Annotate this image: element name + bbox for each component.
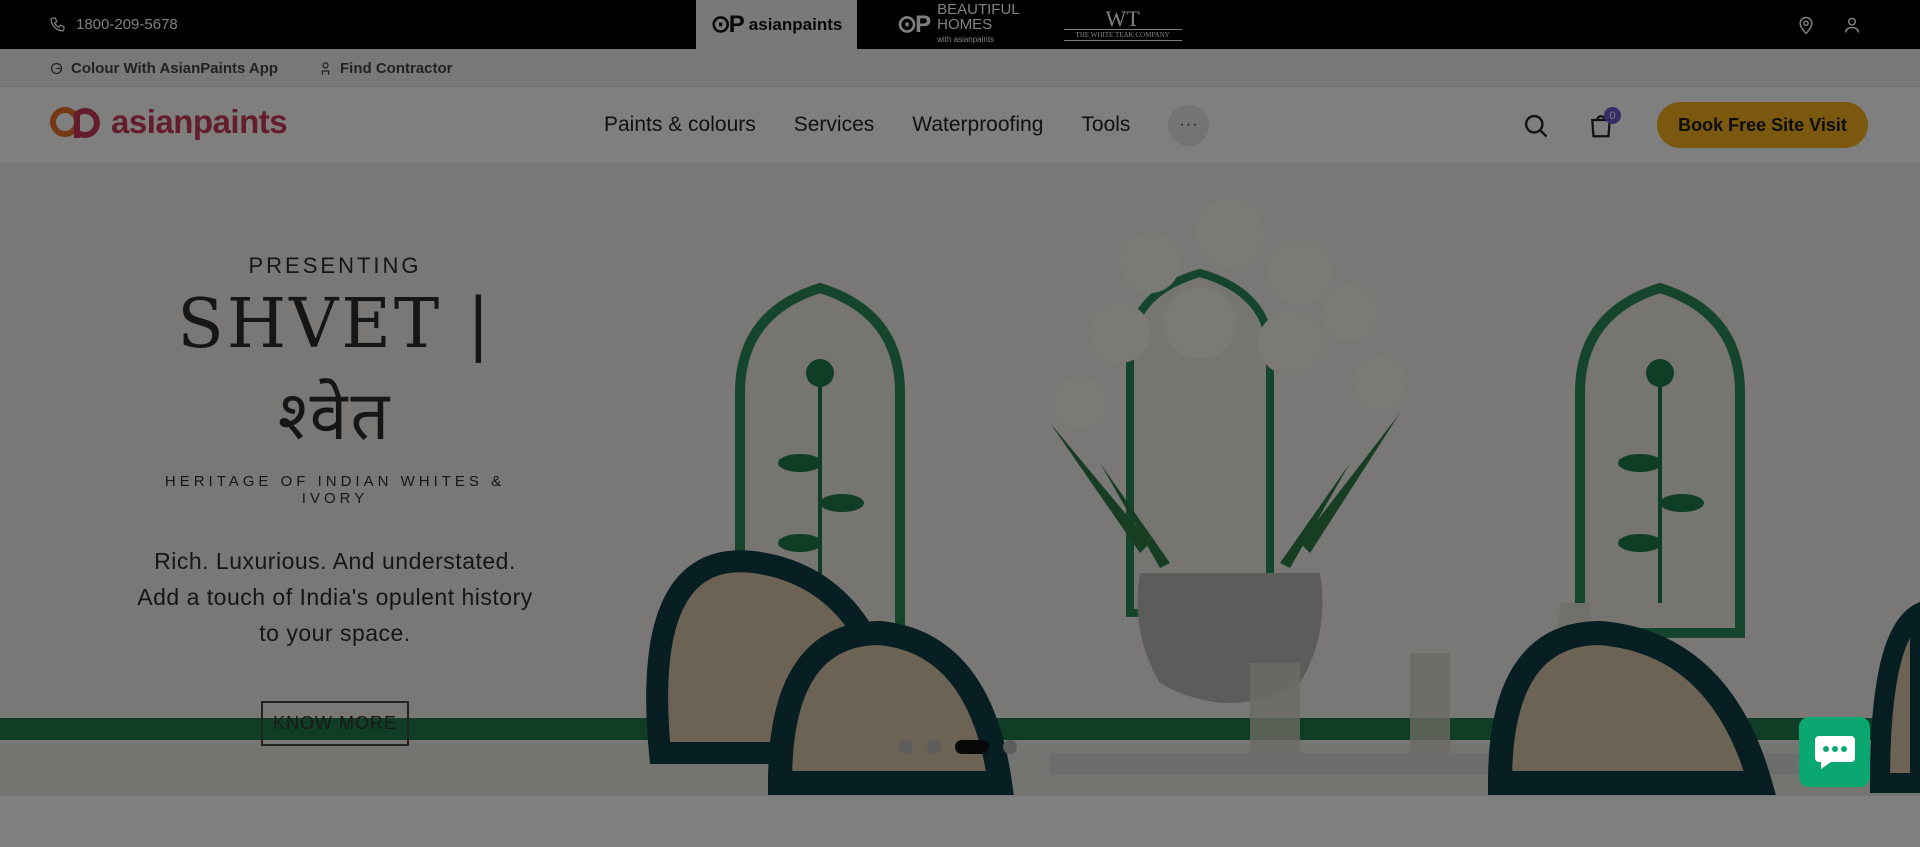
nav-links: Paints & colours Services Waterproofing … — [604, 87, 1210, 163]
top-bar: 1800-209-5678 ⊙P asianpaints ⊙P BEAUTIFU… — [0, 0, 1920, 49]
carousel-dots — [899, 740, 1017, 754]
beautiful-homes-mark-icon: ⊙P — [897, 11, 931, 38]
book-site-visit-button[interactable]: Book Free Site Visit — [1657, 102, 1868, 148]
know-more-button[interactable]: KNOW MORE — [261, 701, 409, 746]
colour-app-link[interactable]: Colour With AsianPaints App — [49, 49, 278, 87]
hero-subtitle: HERITAGE OF INDIAN WHITES & IVORY — [164, 473, 506, 507]
asianpaints-logo[interactable]: asianpaints — [49, 102, 288, 142]
phone-icon — [50, 17, 65, 32]
beautiful-homes-line2: HOMES — [937, 16, 993, 33]
more-menu-button[interactable]: ··· — [1168, 104, 1210, 146]
colour-app-label: Colour With AsianPaints App — [71, 59, 279, 77]
cart-count-badge: 0 — [1604, 107, 1621, 124]
brand-tab-beautiful-homes[interactable]: ⊙P BEAUTIFUL HOMES with asianpaints — [897, 2, 1020, 47]
brand-tab-asianpaints[interactable]: ⊙P asianpaints — [696, 0, 857, 49]
top-right-icons — [1796, 0, 1862, 49]
main-nav: asianpaints Paints & colours Services Wa… — [0, 87, 1920, 163]
phone-link[interactable]: 1800-209-5678 — [49, 0, 178, 49]
carousel-dot[interactable] — [927, 740, 941, 754]
hero-description-line1: Rich. Luxurious. And understated. — [154, 548, 516, 574]
secondary-bar: Colour With AsianPaints App Find Contrac… — [0, 49, 1920, 87]
hero-presenting: PRESENTING — [248, 253, 422, 278]
hero-description: Rich. Luxurious. And understated. Add a … — [130, 543, 540, 651]
carousel-dot[interactable] — [899, 740, 913, 754]
white-teak-name: THE WHITE TEAK COMPANY — [1063, 28, 1182, 41]
white-teak-mark: WT — [1105, 5, 1140, 31]
nav-tools[interactable]: Tools — [1081, 113, 1130, 137]
location-pin-icon[interactable] — [1796, 15, 1816, 35]
nav-services[interactable]: Services — [794, 113, 875, 137]
hero-description-line2: Add a touch of India's opulent history — [137, 584, 533, 610]
contractor-icon — [321, 61, 330, 75]
chat-button[interactable] — [1799, 717, 1870, 787]
find-contractor-link[interactable]: Find Contractor — [318, 49, 453, 87]
hero-copy: PRESENTING SHVET | श्वेत HERITAGE OF IND… — [130, 253, 540, 746]
brand-tab-white-teak[interactable]: WT THE WHITE TEAK COMPANY — [1063, 5, 1182, 41]
logo-mark-icon — [50, 107, 100, 138]
beautiful-homes-sub: with asianpaints — [937, 35, 995, 44]
hero-title: SHVET | श्वेत — [177, 285, 493, 456]
carousel-dot[interactable] — [955, 740, 989, 754]
nav-waterproofing[interactable]: Waterproofing — [912, 113, 1043, 137]
carousel-dot[interactable] — [1003, 740, 1017, 754]
find-contractor-label: Find Contractor — [340, 59, 453, 77]
chat-icon — [1814, 736, 1855, 769]
asianpaints-mark-icon: ⊙P — [710, 11, 745, 38]
app-icon — [50, 62, 63, 74]
phone-number: 1800-209-5678 — [76, 16, 178, 33]
hero-banner: PRESENTING SHVET | श्वेत HERITAGE OF IND… — [0, 163, 1920, 796]
user-icon[interactable] — [1842, 15, 1862, 35]
nav-paints-colours[interactable]: Paints & colours — [604, 113, 756, 137]
hero-description-line3: to your space. — [259, 620, 411, 646]
brand-tab-label: asianpaints — [748, 14, 843, 34]
brand-switcher: ⊙P asianpaints ⊙P BEAUTIFUL HOMES with a… — [696, 0, 1182, 49]
search-icon[interactable] — [1522, 112, 1550, 140]
logo-text: asianpaints — [111, 103, 288, 140]
